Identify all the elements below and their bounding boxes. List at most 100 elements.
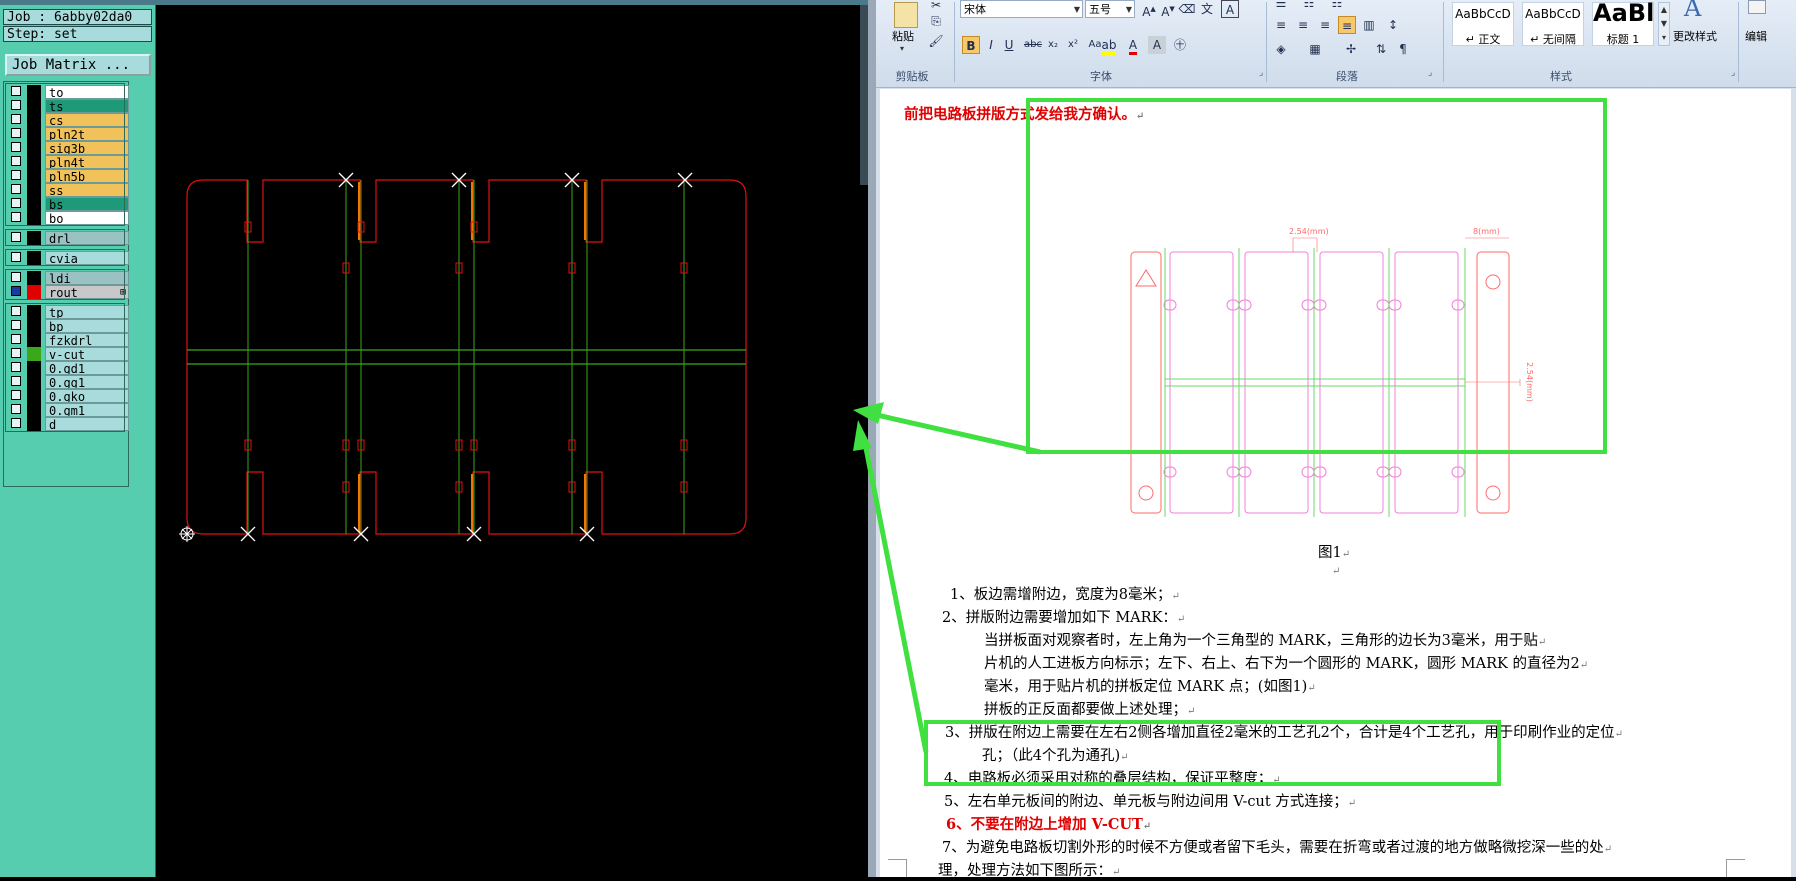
layer-checkbox[interactable] <box>11 170 21 180</box>
sort-icon[interactable]: ⇅ <box>1372 40 1390 58</box>
layer-checkbox[interactable] <box>11 252 21 262</box>
layer-name[interactable]: 0.gm1 <box>45 403 129 417</box>
change-styles-icon[interactable]: A <box>1684 0 1701 22</box>
layer-checkbox[interactable] <box>11 320 21 330</box>
layer-row-pln2t[interactable]: pln2t <box>7 127 129 141</box>
layer-checkbox[interactable] <box>11 404 21 414</box>
layer-row-d[interactable]: d <box>7 417 129 431</box>
layer-name[interactable]: bp <box>45 319 129 333</box>
clear-format-icon[interactable]: ⌫ <box>1178 0 1196 18</box>
job-matrix-button[interactable]: Job Matrix ... <box>5 54 151 76</box>
layer-row-0.gko[interactable]: 0.gko <box>7 389 129 403</box>
chinese-layout-icon[interactable]: ✢ <box>1342 40 1360 58</box>
line-spacing-icon[interactable]: ↕ <box>1384 16 1402 34</box>
change-styles-label[interactable]: 更改样式 <box>1673 28 1717 44</box>
shading-icon[interactable]: ◈ <box>1272 40 1290 58</box>
char-shading-icon[interactable]: A <box>1148 36 1166 54</box>
layer-checkbox[interactable] <box>11 362 21 372</box>
layer-checkbox[interactable] <box>11 100 21 110</box>
font-name-combo[interactable]: 宋体 ▼ <box>960 0 1083 18</box>
layer-name[interactable]: pln2t <box>45 127 129 141</box>
layer-checkbox[interactable] <box>11 286 21 296</box>
layer-name[interactable]: cvia <box>45 251 129 265</box>
layer-row-cvia[interactable]: cvia <box>7 251 129 265</box>
copy-icon[interactable]: ⎘ <box>927 12 945 30</box>
layer-name[interactable]: ts <box>45 99 129 113</box>
layer-name[interactable]: rout ⊞ <box>45 285 129 299</box>
format-painter-icon[interactable]: 🖌 <box>927 32 945 50</box>
align-right-icon[interactable]: ≡ <box>1316 16 1334 34</box>
layer-row-ts[interactable]: ts <box>7 99 129 113</box>
multilevel-icon[interactable]: ☶ <box>1328 0 1346 12</box>
style-2[interactable]: AaBl 标题 1 <box>1592 0 1654 46</box>
layer-checkbox[interactable] <box>11 376 21 386</box>
highlight-icon[interactable]: ab <box>1100 36 1118 55</box>
bullets-icon[interactable]: ☰ <box>1272 0 1290 12</box>
style-scroll-icon[interactable]: ▲ ▼ ▾ <box>1658 2 1670 46</box>
layer-name[interactable]: cs <box>45 113 129 127</box>
font-color-icon[interactable]: A <box>1124 36 1142 55</box>
layer-row-0.gm1[interactable]: 0.gm1 <box>7 403 129 417</box>
layer-row-to[interactable]: to <box>7 85 129 99</box>
show-marks-icon[interactable]: ¶ <box>1394 40 1412 58</box>
shrink-font-icon[interactable]: A▼ <box>1159 0 1177 19</box>
layer-row-sig3b[interactable]: sig3b <box>7 141 129 155</box>
borders-icon[interactable]: ▦ <box>1306 40 1324 58</box>
layer-row-ldi[interactable]: ldi <box>7 271 129 285</box>
layer-checkbox[interactable] <box>11 334 21 344</box>
bold-button[interactable]: B <box>962 36 980 54</box>
layer-checkbox[interactable] <box>11 114 21 124</box>
layer-checkbox[interactable] <box>11 390 21 400</box>
subscript-button[interactable]: x₂ <box>1044 36 1062 54</box>
font-dialog-launcher-icon[interactable]: ⌟ <box>1259 68 1263 78</box>
style-0[interactable]: AaBbCcD ↵ 正文 <box>1452 2 1514 46</box>
italic-button[interactable]: I <box>982 36 1000 54</box>
layer-checkbox[interactable] <box>11 348 21 358</box>
layer-name[interactable]: sig3b <box>45 141 129 155</box>
styles-dialog-launcher-icon[interactable]: ⌟ <box>1731 68 1735 78</box>
style-1[interactable]: AaBbCcD ↵ 无间隔 <box>1522 2 1584 46</box>
char-border-icon[interactable]: A <box>1221 0 1239 18</box>
document-page[interactable]: 前把电路板拼版方式发给我方确认。↵ 2.54(mm) 8(mm) 2.54(mm) … <box>880 89 1791 877</box>
layer-checkbox[interactable] <box>11 142 21 152</box>
layer-name[interactable]: d <box>45 417 129 431</box>
grow-font-icon[interactable]: A▲ <box>1140 0 1158 19</box>
layer-row-tp[interactable]: tp <box>7 305 129 319</box>
layer-row-pln5b[interactable]: pln5b <box>7 169 129 183</box>
font-size-combo[interactable]: 五号 ▼ <box>1085 0 1135 18</box>
graphics-canvas[interactable] <box>156 5 868 877</box>
layer-row-0.gd1[interactable]: 0.gd1 <box>7 361 129 375</box>
justify-icon[interactable]: ≡ <box>1338 16 1356 34</box>
layer-row-pln4t[interactable]: pln4t <box>7 155 129 169</box>
layer-row-drl[interactable]: drl <box>7 231 129 245</box>
layer-name[interactable]: bo <box>45 211 129 225</box>
numbering-icon[interactable]: ☷ <box>1300 0 1318 12</box>
layer-name[interactable]: pln5b <box>45 169 129 183</box>
layer-row-bo[interactable]: bo <box>7 211 129 225</box>
phonetic-icon[interactable]: 文 <box>1198 0 1216 18</box>
layer-row-v-cut[interactable]: v-cut <box>7 347 129 361</box>
layer-name[interactable]: 0.gg1 <box>45 375 129 389</box>
paragraph-dialog-launcher-icon[interactable]: ⌟ <box>1428 68 1432 78</box>
layer-name[interactable]: pln4t <box>45 155 129 169</box>
layer-name[interactable]: 0.gd1 <box>45 361 129 375</box>
layer-row-cs[interactable]: cs <box>7 113 129 127</box>
layer-name[interactable]: drl <box>45 231 129 245</box>
layer-name[interactable]: ss <box>45 183 129 197</box>
edit-icon[interactable] <box>1748 0 1766 14</box>
align-left-icon[interactable]: ≡ <box>1272 16 1290 34</box>
layer-row-0.gg1[interactable]: 0.gg1 <box>7 375 129 389</box>
layer-checkbox[interactable] <box>11 212 21 222</box>
layer-name[interactable]: to <box>45 85 129 99</box>
layer-name[interactable]: bs <box>45 197 129 211</box>
underline-button[interactable]: U <box>1000 36 1018 54</box>
layer-checkbox[interactable] <box>11 306 21 316</box>
layer-row-ss[interactable]: ss <box>7 183 129 197</box>
layer-row-bp[interactable]: bp <box>7 319 129 333</box>
paste-icon[interactable] <box>894 2 918 28</box>
layer-checkbox[interactable] <box>11 86 21 96</box>
center-icon[interactable]: ≡ <box>1294 16 1312 34</box>
superscript-button[interactable]: x² <box>1064 36 1082 54</box>
layer-name[interactable]: fzkdrl <box>45 333 129 347</box>
layer-name[interactable]: v-cut <box>45 347 129 361</box>
